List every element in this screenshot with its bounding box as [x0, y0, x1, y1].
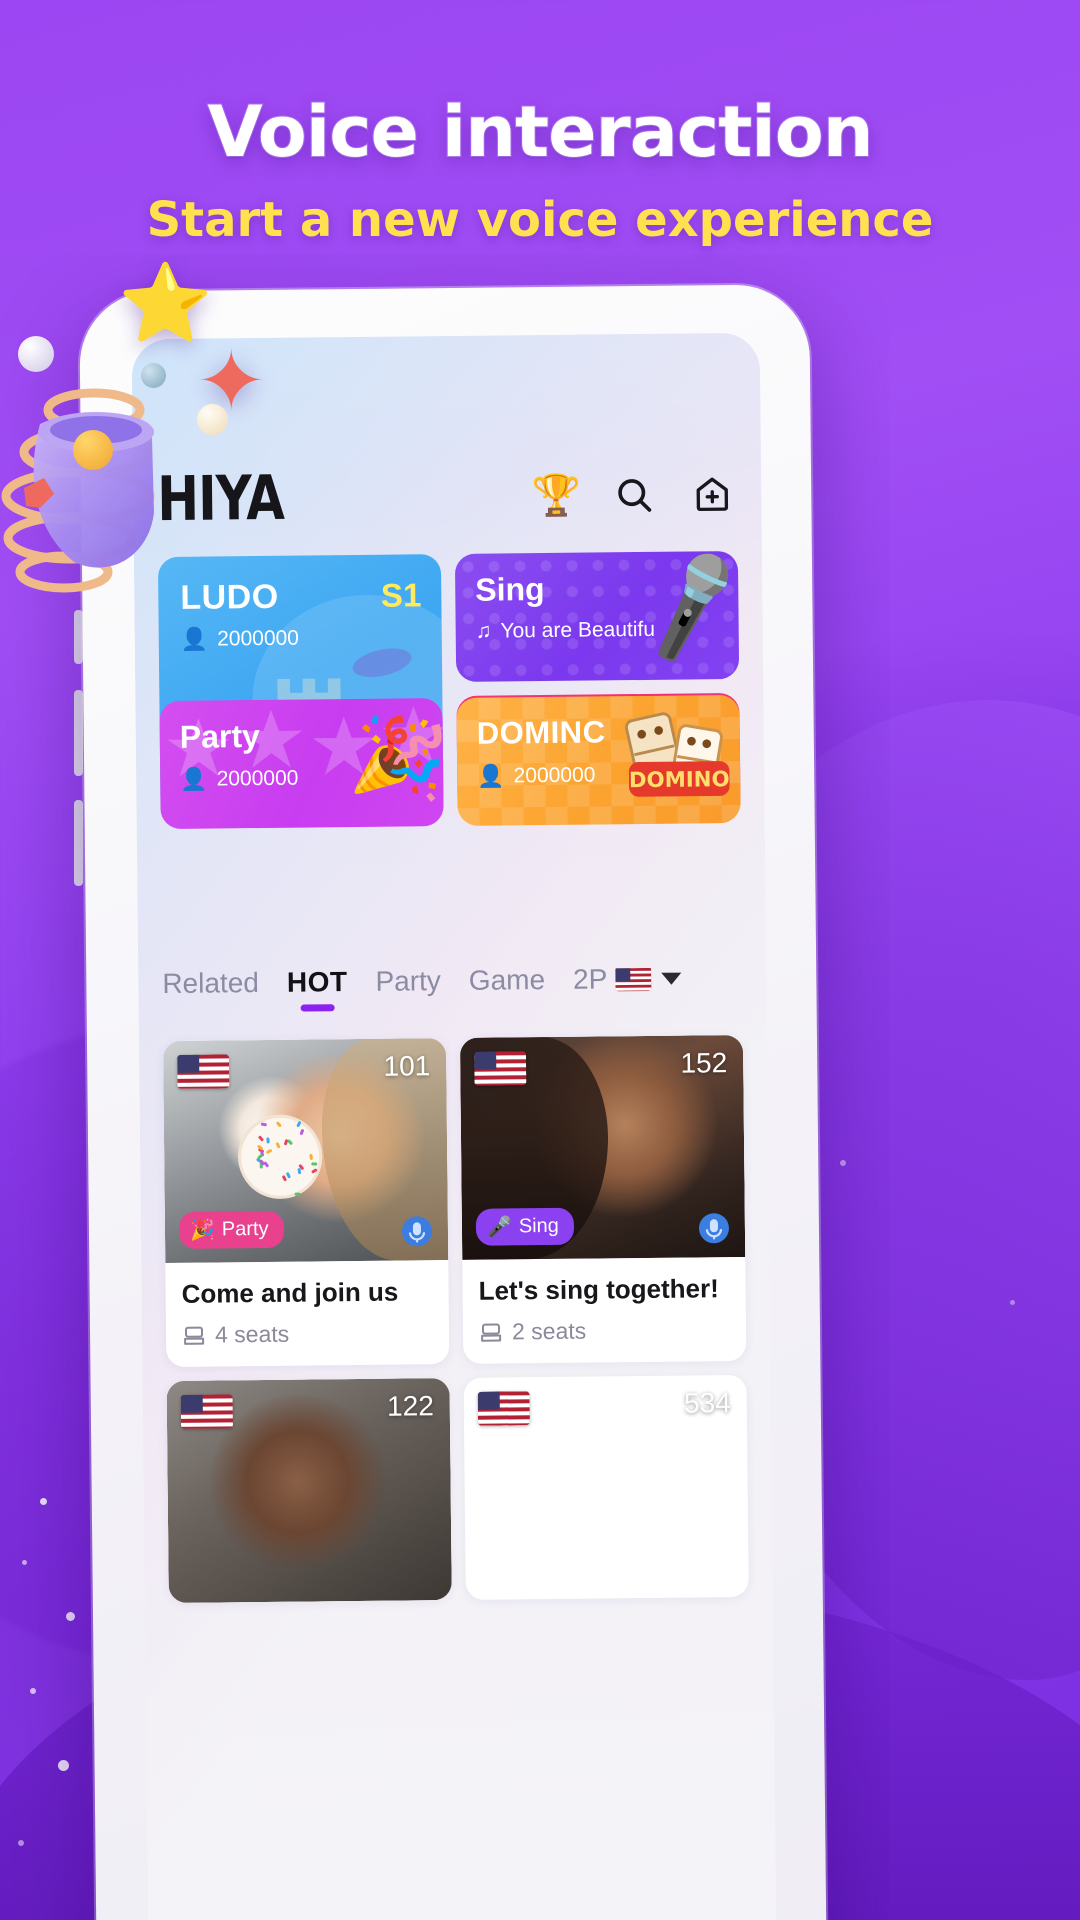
player-count: 👤 2000000	[477, 762, 595, 789]
music-note-icon: ♫	[476, 620, 492, 644]
microphone-icon: 🎤	[487, 1214, 512, 1239]
player-count: 👤 2000000	[180, 766, 298, 793]
chevron-down-icon[interactable]	[661, 973, 681, 985]
domino-tiles-art: DOMINO	[619, 701, 738, 818]
party-icon: 🎉	[190, 1217, 215, 1242]
search-icon[interactable]	[611, 472, 657, 518]
room-member-count: 101	[383, 1050, 430, 1082]
game-grid-left-column-2: 🎉 Party 👤 2000000	[159, 698, 443, 829]
phone-power-button	[74, 800, 83, 886]
mic-badge-icon	[400, 1214, 434, 1248]
room-member-count: 534	[684, 1387, 731, 1419]
phone-screen: HIYA 🏆 LUDO S1 👤 2000000 🎤 Sing ♫ You ar…	[132, 333, 777, 1920]
sparkle	[40, 1498, 47, 1505]
tab-active-underline	[300, 1004, 334, 1011]
person-icon: 👤	[180, 767, 208, 793]
player-count-value: 2000000	[513, 763, 595, 788]
room-thumbnail: 534	[464, 1375, 749, 1600]
game-card-title: Party	[180, 718, 260, 756]
room-seats-label: 4 seats	[215, 1321, 289, 1349]
room-seats: 4 seats	[182, 1319, 433, 1349]
room-card-grid: 101 🎉 Party Come and join us 4 seats 152…	[163, 1035, 749, 1603]
category-tab-bar: Related HOT Party Game 2P	[162, 943, 743, 1019]
tab-hot-label: HOT	[287, 966, 348, 998]
confetti-icon: 🎉	[347, 707, 444, 808]
decor-spiral-ornament	[0, 366, 202, 596]
tab-game[interactable]: Game	[455, 964, 560, 997]
room-card[interactable]: 152 🎤 Sing Let's sing together! 2 seats	[460, 1035, 746, 1364]
tab-2p-label: 2P	[573, 963, 608, 995]
sparkle	[58, 1760, 69, 1771]
room-thumbnail: 122	[167, 1378, 452, 1603]
sparkle	[1010, 1300, 1015, 1305]
room-info: Let's sing together! 2 seats	[462, 1257, 746, 1364]
tab-2p[interactable]: 2P	[559, 962, 696, 995]
us-flag-icon	[474, 1051, 526, 1086]
phone-volume-button	[74, 690, 83, 776]
trophy-icon[interactable]: 🏆	[533, 473, 579, 519]
room-category-label: Party	[222, 1218, 269, 1241]
add-room-icon[interactable]	[689, 471, 735, 517]
game-card-dominc[interactable]: DOMINO DOMINC 👤 2000000	[456, 695, 740, 826]
sparkle	[22, 1560, 27, 1565]
room-card[interactable]: 534	[464, 1375, 749, 1600]
us-flag-icon	[478, 1391, 530, 1426]
us-flag-icon	[181, 1394, 233, 1429]
song-title: You are Beautifu	[500, 618, 655, 644]
mic-badge-icon	[697, 1211, 731, 1245]
header-icon-group: 🏆	[533, 471, 735, 519]
room-member-count: 152	[680, 1047, 727, 1079]
person-icon: 👤	[477, 763, 505, 789]
us-flag-icon	[615, 967, 651, 991]
promo-subtitle: Start a new voice experience	[0, 192, 1080, 248]
room-seats: 2 seats	[479, 1316, 730, 1346]
tab-hot[interactable]: HOT	[273, 966, 362, 999]
room-title: Let's sing together!	[478, 1273, 729, 1307]
player-count-value: 2000000	[217, 767, 299, 792]
season-badge: S1	[381, 576, 422, 614]
room-thumbnail: 101 🎉 Party	[163, 1038, 448, 1263]
game-grid-right-column-2: DOMINO DOMINC 👤 2000000	[456, 695, 740, 826]
room-thumbnail: 152 🎤 Sing	[460, 1035, 745, 1260]
tab-related[interactable]: Related	[162, 967, 273, 1000]
room-member-count: 122	[387, 1390, 434, 1422]
app-header: HIYA 🏆	[133, 451, 762, 544]
player-count: 👤 2000000	[181, 626, 299, 653]
game-card-grid-row2: 🎉 Party 👤 2000000 DOMINO DOMINC 👤 200000…	[159, 695, 740, 829]
room-seats-label: 2 seats	[512, 1318, 586, 1346]
promo-title: Voice interaction	[0, 96, 1080, 170]
decor-ball-blue	[141, 363, 166, 388]
room-info: Come and join us 4 seats	[165, 1260, 449, 1367]
sparkle	[18, 1840, 24, 1846]
person-icon: 👤	[181, 627, 209, 653]
game-card-title: DOMINC	[477, 714, 606, 751]
room-category-label: Sing	[519, 1215, 559, 1238]
player-count-value: 2000000	[217, 627, 299, 652]
room-category-tag: 🎤 Sing	[476, 1208, 574, 1246]
trophy-glyph: 🏆	[531, 476, 581, 517]
sparkle	[840, 1160, 846, 1166]
game-card-sing[interactable]: 🎤 Sing ♫ You are Beautifu	[455, 551, 739, 682]
room-card[interactable]: 101 🎉 Party Come and join us 4 seats	[163, 1038, 449, 1367]
room-card[interactable]: 122	[167, 1378, 452, 1603]
game-card-party[interactable]: 🎉 Party 👤 2000000	[159, 698, 443, 829]
svg-text:DOMINO: DOMINO	[629, 767, 730, 793]
decor-ball-cream	[197, 404, 228, 435]
game-card-title: Sing	[475, 571, 545, 609]
song-name: ♫ You are Beautifu	[476, 618, 656, 644]
decor-ball-orange	[73, 430, 113, 470]
tab-party[interactable]: Party	[361, 965, 455, 998]
room-title: Come and join us	[181, 1276, 432, 1310]
room-category-tag: 🎉 Party	[179, 1211, 284, 1249]
sparkle	[66, 1612, 75, 1621]
us-flag-icon	[177, 1054, 229, 1089]
sparkle	[30, 1688, 36, 1694]
promo-text-block: Voice interaction Start a new voice expe…	[0, 96, 1080, 248]
